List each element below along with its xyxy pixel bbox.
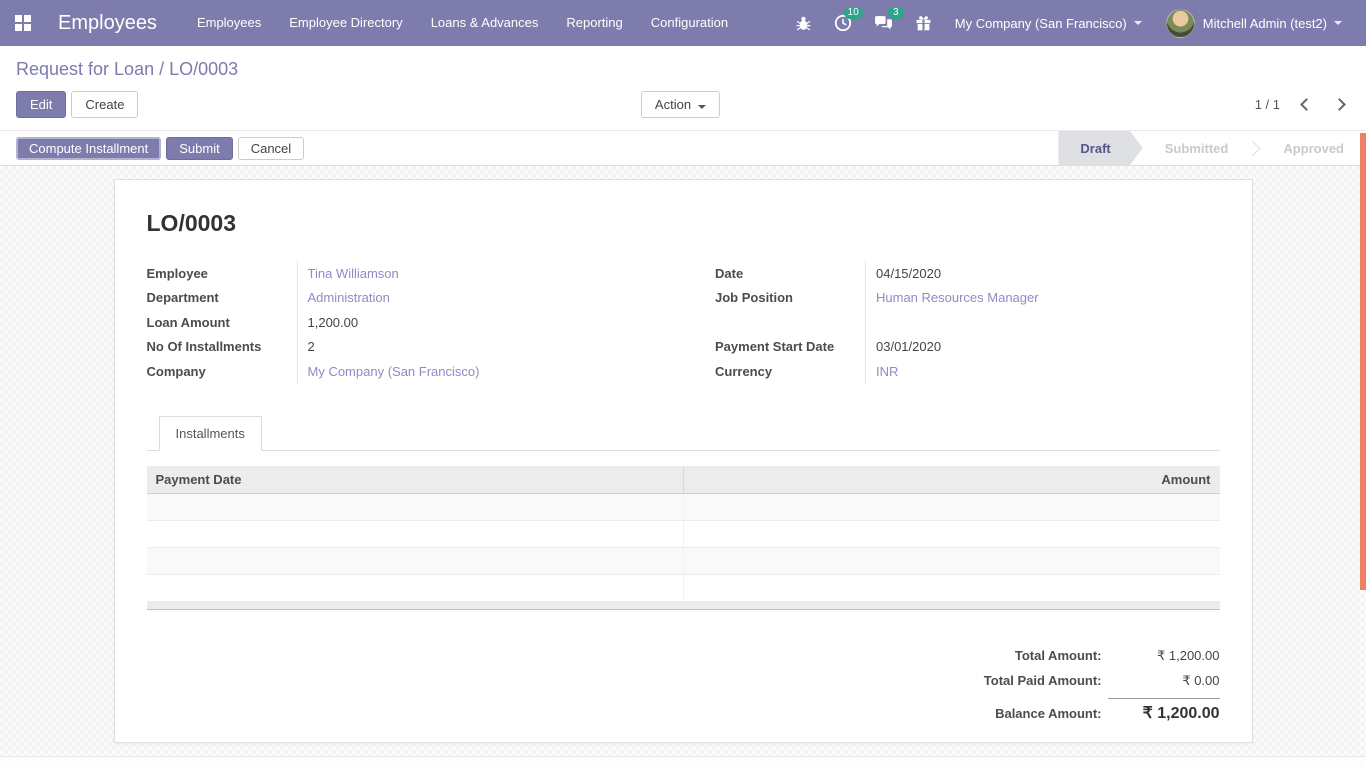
field-currency: Currency INR (715, 359, 1220, 384)
field-company: Company My Company (San Francisco) (147, 359, 684, 384)
apps-grid-icon (15, 15, 31, 31)
bug-icon (795, 15, 812, 32)
field-loan-amount: Loan Amount 1,200.00 (147, 310, 684, 335)
table-row (147, 494, 1220, 521)
messages-menu-button[interactable]: 3 (863, 0, 904, 46)
form-statusbar: Compute Installment Submit Cancel Draft … (0, 130, 1366, 166)
compute-installment-button[interactable]: Compute Installment (16, 137, 161, 160)
debug-bug-icon[interactable] (784, 0, 823, 46)
balance-amount-label: Balance Amount: (995, 706, 1101, 721)
currency-link[interactable]: INR (876, 364, 898, 379)
table-row (147, 521, 1220, 548)
field-group-right: Date 04/15/2020 Job Position Human Resou… (683, 261, 1220, 384)
column-header-amount[interactable]: Amount (683, 466, 1220, 494)
installments-count-value: 2 (308, 339, 315, 354)
action-dropdown[interactable]: Action (641, 91, 725, 118)
balance-amount-value: ₹ 1,200.00 (1108, 698, 1220, 723)
stage-approved[interactable]: Approved (1261, 131, 1366, 166)
chevron-down-icon (698, 105, 706, 109)
activity-menu-button[interactable]: 10 (823, 0, 863, 46)
installments-table: Payment Date Amount (147, 466, 1220, 611)
notebook: Installments Payment Date Amount (147, 416, 1220, 733)
stage-draft[interactable]: Draft (1058, 131, 1142, 166)
cancel-button[interactable]: Cancel (238, 137, 304, 160)
submit-button[interactable]: Submit (166, 137, 232, 160)
edit-button[interactable]: Edit (16, 91, 66, 118)
table-footer-row (147, 602, 1220, 610)
totals-block: Total Amount: ₹ 1,200.00 Total Paid Amou… (147, 648, 1220, 732)
company-link[interactable]: My Company (San Francisco) (308, 364, 480, 379)
field-installments-count: No Of Installments 2 (147, 335, 684, 360)
scrollbar-thumb[interactable] (1360, 133, 1366, 590)
tab-bar: Installments (147, 416, 1220, 451)
total-amount-row: Total Amount: ₹ 1,200.00 (1015, 648, 1220, 664)
field-department: Department Administration (147, 286, 684, 311)
menu-item-employees[interactable]: Employees (183, 0, 275, 46)
tab-installments[interactable]: Installments (159, 416, 262, 451)
control-panel: Request for Loan / LO/0003 Edit Create A… (0, 46, 1366, 130)
gift-icon (915, 15, 932, 32)
form-sheet: LO/0003 Employee Tina Williamson Departm… (114, 179, 1253, 743)
stage-steps: Draft Submitted Approved (1058, 131, 1366, 166)
loan-amount-value: 1,200.00 (308, 315, 359, 330)
navbar-systray: 10 3 My Company (San Francisco) Mitchell… (784, 0, 1354, 46)
total-paid-amount-value: ₹ 0.00 (1108, 673, 1220, 689)
pager-counter[interactable]: 1 / 1 (1255, 97, 1280, 112)
messages-badge: 3 (888, 7, 904, 19)
breadcrumb-current: LO/0003 (169, 59, 238, 79)
stage-submitted[interactable]: Submitted (1143, 131, 1251, 166)
table-row (147, 548, 1220, 575)
menu-item-employee-directory[interactable]: Employee Directory (275, 0, 416, 46)
table-header-row: Payment Date Amount (147, 466, 1220, 494)
field-group-left: Employee Tina Williamson Department Admi… (147, 261, 684, 384)
activity-badge: 10 (844, 7, 863, 19)
chevron-down-icon (1134, 21, 1142, 25)
balance-amount-row: Balance Amount: ₹ 1,200.00 (995, 698, 1219, 723)
record-title: LO/0003 (147, 210, 1220, 237)
menu-item-loans-advances[interactable]: Loans & Advances (417, 0, 553, 46)
create-button[interactable]: Create (71, 91, 138, 118)
top-navbar: Employees Employees Employee Directory L… (0, 0, 1366, 46)
field-date: Date 04/15/2020 (715, 261, 1220, 286)
user-name: Mitchell Admin (test2) (1203, 16, 1327, 31)
breadcrumb: Request for Loan / LO/0003 (16, 59, 1350, 80)
action-button[interactable]: Action (641, 91, 720, 118)
date-value: 04/15/2020 (876, 266, 941, 281)
user-menu[interactable]: Mitchell Admin (test2) (1154, 0, 1354, 46)
control-panel-buttons: Edit Create Action 1 / 1 (16, 91, 1350, 130)
chevron-down-icon (1334, 21, 1342, 25)
field-employee: Employee Tina Williamson (147, 261, 684, 286)
total-paid-amount-row: Total Paid Amount: ₹ 0.00 (984, 673, 1220, 689)
bottom-strip (0, 756, 1366, 768)
app-brand[interactable]: Employees (58, 12, 157, 35)
breadcrumb-parent-link[interactable]: Request for Loan (16, 59, 154, 79)
department-link[interactable]: Administration (308, 290, 390, 305)
main-menu: Employees Employee Directory Loans & Adv… (183, 0, 742, 46)
company-name: My Company (San Francisco) (955, 16, 1127, 31)
menu-item-reporting[interactable]: Reporting (552, 0, 636, 46)
pager: 1 / 1 (1255, 97, 1350, 112)
total-paid-amount-label: Total Paid Amount: (984, 673, 1102, 688)
total-amount-label: Total Amount: (1015, 648, 1102, 663)
apps-menu-button[interactable] (0, 0, 46, 46)
field-spacer-row (715, 310, 1220, 335)
menu-item-configuration[interactable]: Configuration (637, 0, 742, 46)
gift-menu-button[interactable] (904, 0, 943, 46)
employee-link[interactable]: Tina Williamson (308, 266, 399, 281)
field-groups: Employee Tina Williamson Department Admi… (147, 261, 1220, 384)
form-view-container: LO/0003 Employee Tina Williamson Departm… (0, 166, 1366, 765)
field-job-position: Job Position Human Resources Manager (715, 286, 1220, 311)
pager-previous-button[interactable] (1300, 98, 1313, 111)
breadcrumb-separator: / (154, 59, 169, 79)
pager-next-button[interactable] (1333, 98, 1346, 111)
table-row (147, 575, 1220, 602)
field-payment-start-date: Payment Start Date 03/01/2020 (715, 335, 1220, 360)
company-switcher[interactable]: My Company (San Francisco) (943, 0, 1154, 46)
column-header-payment-date[interactable]: Payment Date (147, 466, 684, 494)
user-avatar (1166, 9, 1195, 38)
job-position-link[interactable]: Human Resources Manager (876, 290, 1039, 305)
total-amount-value: ₹ 1,200.00 (1108, 648, 1220, 664)
payment-start-date-value: 03/01/2020 (876, 339, 941, 354)
